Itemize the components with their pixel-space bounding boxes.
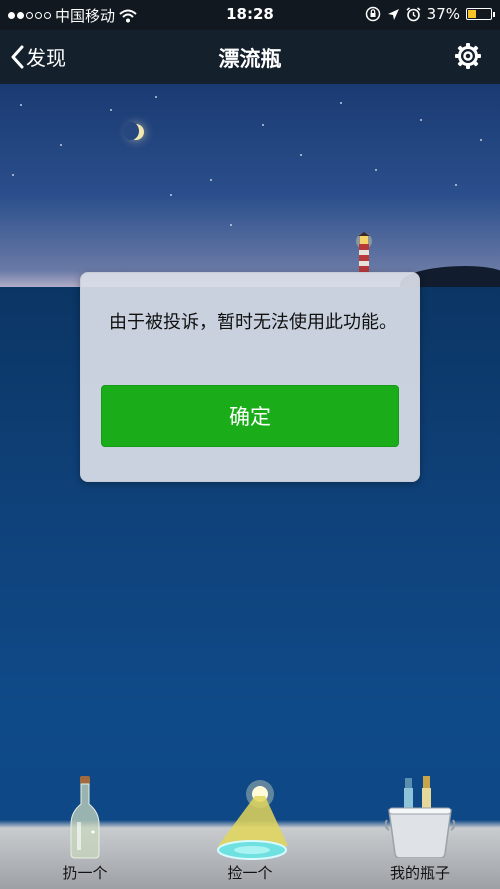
spotlight-icon <box>217 780 288 860</box>
ocean-scene <box>0 84 500 889</box>
settings-button[interactable] <box>454 42 482 74</box>
page-title: 漂流瓶 <box>218 47 282 71</box>
night-sky <box>0 84 500 287</box>
alert-dialog: 由于被投诉，暂时无法使用此功能。 确定 <box>80 272 420 482</box>
pick-bottle-button[interactable]: 捡一个 <box>200 780 300 889</box>
battery-icon <box>466 8 495 20</box>
location-arrow-icon <box>387 8 399 20</box>
dialog-message: 由于被投诉，暂时无法使用此功能。 <box>109 312 397 333</box>
my-bottles-label: 我的瓶子 <box>389 864 450 882</box>
pick-label: 捡一个 <box>227 864 273 882</box>
bottle-icon <box>70 776 100 859</box>
throw-label: 扔一个 <box>62 864 108 882</box>
status-right: 37% <box>365 5 495 23</box>
battery-percent: 37% <box>426 5 460 23</box>
moon-icon <box>123 122 144 140</box>
my-bottles-button[interactable]: 我的瓶子 <box>375 776 465 889</box>
alarm-icon <box>406 6 421 21</box>
confirm-button[interactable]: 确定 <box>101 385 399 447</box>
lighthouse-icon <box>356 232 372 274</box>
lock-rotation-icon <box>365 6 380 22</box>
gear-icon <box>455 43 481 69</box>
battery-fill <box>468 10 476 18</box>
ice-bucket-icon <box>385 776 455 858</box>
status-bar: 中国移动 18:28 37% <box>0 0 500 30</box>
throw-bottle-button[interactable]: 扔一个 <box>40 776 130 889</box>
nav-bar: 发现 漂流瓶 <box>0 30 500 84</box>
